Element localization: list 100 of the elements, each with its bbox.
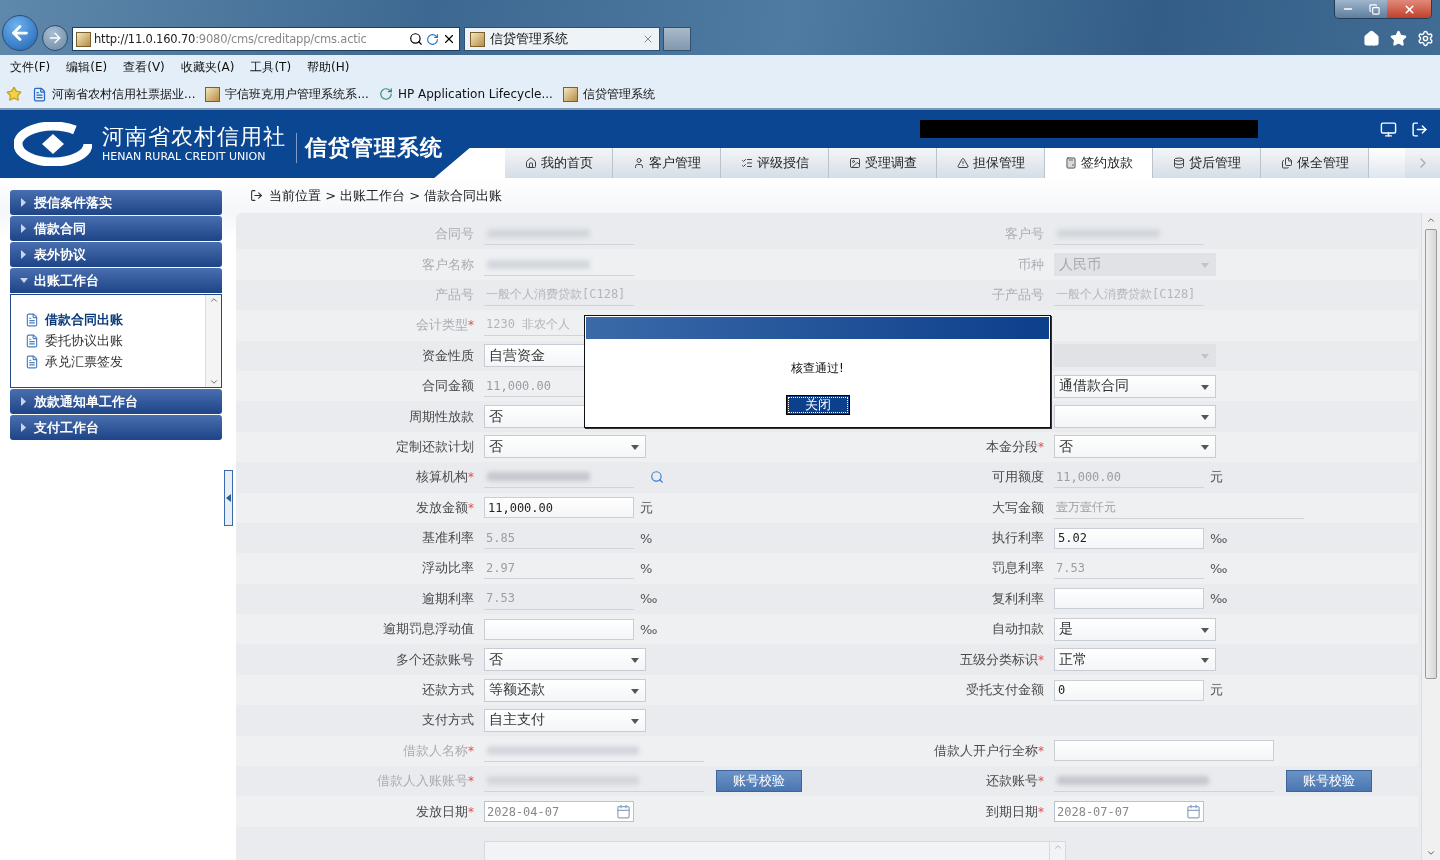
menu-item[interactable]: 查看(V) bbox=[123, 59, 165, 76]
monitor-icon[interactable] bbox=[1380, 120, 1397, 138]
settings-icon[interactable] bbox=[1417, 30, 1434, 47]
field-label: 五级分类标识 bbox=[960, 650, 1038, 669]
field-label: 合同金额 bbox=[422, 377, 474, 396]
select-field[interactable]: 等额还款 bbox=[484, 678, 646, 702]
user-icon bbox=[632, 157, 645, 169]
field-label: 借款人入账账号 bbox=[377, 772, 468, 791]
select-field[interactable] bbox=[1054, 405, 1216, 429]
field-label: 发放金额 bbox=[416, 498, 468, 517]
nav-tab[interactable]: 客户管理 bbox=[613, 148, 721, 178]
field-label: 浮动比率 bbox=[422, 559, 474, 578]
readonly-field: 7.53 bbox=[1054, 557, 1204, 580]
field-label: 逾期利率 bbox=[422, 589, 474, 608]
sidebar-item[interactable]: 借款合同 bbox=[10, 216, 222, 241]
submenu-item[interactable]: 委托协议出账 bbox=[25, 332, 205, 350]
address-bar[interactable]: http://11.0.160.70:9080/cms/creditapp/cms.actic bbox=[72, 27, 460, 51]
select-field[interactable]: 正常 bbox=[1054, 648, 1216, 672]
sidebar-item[interactable]: 出账工作台 bbox=[10, 268, 222, 293]
database-icon bbox=[1172, 157, 1185, 169]
favorite-link[interactable]: 信贷管理系统 bbox=[562, 85, 655, 103]
close-button[interactable]: 关闭 bbox=[785, 395, 850, 415]
page-icon bbox=[76, 31, 91, 47]
field-label: 复利利率 bbox=[992, 589, 1044, 608]
unit-label: % bbox=[640, 561, 653, 576]
date-field[interactable]: 2028-07-07 bbox=[1054, 801, 1204, 823]
restore-button[interactable] bbox=[1361, 0, 1387, 18]
menu-item[interactable]: 收藏夹(A) bbox=[180, 59, 235, 76]
nav-tab[interactable]: 签约放款 bbox=[1045, 148, 1153, 178]
submenu-item[interactable]: 承兑汇票签发 bbox=[25, 353, 205, 371]
unit-label: % bbox=[640, 530, 653, 546]
verify-button[interactable]: 账号校验 bbox=[1286, 770, 1372, 793]
nav-tab[interactable]: 评级授信 bbox=[721, 148, 829, 178]
field-label: 多个还款账号 bbox=[396, 650, 474, 669]
dialog-message: 核查通过! bbox=[791, 360, 844, 377]
field-label: 还款账号 bbox=[986, 772, 1038, 791]
page-icon bbox=[205, 86, 221, 102]
collapse-handle[interactable] bbox=[224, 470, 233, 526]
sidebar-item[interactable]: 授信条件落实 bbox=[10, 190, 222, 215]
unit-label: 元 bbox=[1210, 468, 1223, 487]
required-mark: * bbox=[468, 804, 474, 819]
warning-icon bbox=[956, 157, 969, 169]
favorites-star-icon[interactable] bbox=[6, 86, 22, 102]
refresh-icon bbox=[378, 87, 393, 101]
menu-item[interactable]: 工具(T) bbox=[250, 59, 292, 76]
home-icon bbox=[524, 157, 537, 169]
select-field[interactable]: 否 bbox=[484, 648, 646, 672]
restore-icon bbox=[1368, 3, 1380, 15]
close-icon[interactable] bbox=[642, 33, 654, 45]
menu-item[interactable]: 帮助(H) bbox=[307, 59, 350, 76]
input-field[interactable]: 5.02 bbox=[1054, 527, 1204, 549]
logout-icon[interactable] bbox=[1411, 120, 1428, 138]
input-field[interactable] bbox=[1054, 588, 1204, 610]
browser-tab[interactable]: 信贷管理系统 bbox=[464, 27, 660, 51]
nav-tab[interactable]: 受理调查 bbox=[829, 148, 937, 178]
select-field[interactable]: 是 bbox=[1054, 617, 1216, 641]
home-icon[interactable] bbox=[1363, 30, 1380, 47]
nav-tab[interactable]: 保全管理 bbox=[1261, 148, 1369, 178]
input-field[interactable] bbox=[1054, 740, 1274, 762]
select-field[interactable]: 否 bbox=[1054, 435, 1216, 459]
search-icon[interactable] bbox=[409, 32, 423, 46]
favorite-link[interactable]: 宇信班克用户管理系统系... bbox=[205, 85, 369, 103]
scrollbar[interactable] bbox=[1421, 213, 1440, 860]
scroll-up-icon bbox=[1426, 215, 1436, 225]
nav-tab[interactable]: 贷后管理 bbox=[1153, 148, 1261, 178]
sidebar-item[interactable]: 放款通知单工作台 bbox=[10, 389, 222, 414]
page-icon bbox=[562, 86, 578, 102]
field-label: 罚息利率 bbox=[992, 559, 1044, 578]
favorite-link[interactable]: HP Application Lifecycle... bbox=[378, 87, 553, 101]
sidebar-item[interactable]: 支付工作台 bbox=[10, 415, 222, 440]
close-button[interactable] bbox=[1387, 0, 1431, 18]
nav-tab[interactable]: 我的首页 bbox=[505, 148, 613, 178]
unit-label: ‰ bbox=[640, 621, 658, 637]
refresh-icon[interactable] bbox=[426, 32, 439, 46]
favorite-link[interactable]: 河南省农村信用社票据业... bbox=[32, 85, 196, 103]
new-tab-button[interactable] bbox=[663, 27, 691, 51]
stop-icon[interactable] bbox=[442, 32, 456, 46]
forward-button[interactable] bbox=[42, 25, 68, 51]
nav-tab[interactable]: 担保管理 bbox=[937, 148, 1045, 178]
field-label: 借款人开户行全称 bbox=[934, 741, 1038, 760]
date-field[interactable]: 2028-04-07 bbox=[484, 801, 634, 823]
menu-item[interactable]: 文件(F) bbox=[10, 59, 51, 76]
breadcrumb: 当前位置 > 出账工作台 > 借款合同出账 bbox=[269, 186, 503, 205]
required-mark: * bbox=[1038, 774, 1044, 789]
menu-item[interactable]: 编辑(E) bbox=[66, 59, 108, 76]
sidebar-item[interactable]: 表外协议 bbox=[10, 242, 222, 267]
required-mark: * bbox=[468, 743, 474, 758]
submenu-item[interactable]: 借款合同出账 bbox=[25, 311, 205, 329]
readonly-field: 7.53 bbox=[484, 587, 634, 610]
select-field[interactable]: 自主支付 bbox=[484, 708, 646, 732]
minimize-button[interactable] bbox=[1335, 0, 1361, 18]
input-field[interactable]: 11,000.00 bbox=[484, 497, 634, 519]
input-field[interactable] bbox=[484, 618, 634, 640]
back-button[interactable] bbox=[2, 15, 38, 51]
star-icon[interactable] bbox=[1390, 30, 1407, 47]
scrollbar[interactable] bbox=[205, 295, 221, 387]
field-label: 子产品号 bbox=[992, 285, 1044, 304]
input-field[interactable]: 0 bbox=[1054, 679, 1204, 701]
select-field[interactable]: 通借款合同 bbox=[1054, 374, 1216, 398]
select-field[interactable]: 否 bbox=[484, 435, 646, 459]
